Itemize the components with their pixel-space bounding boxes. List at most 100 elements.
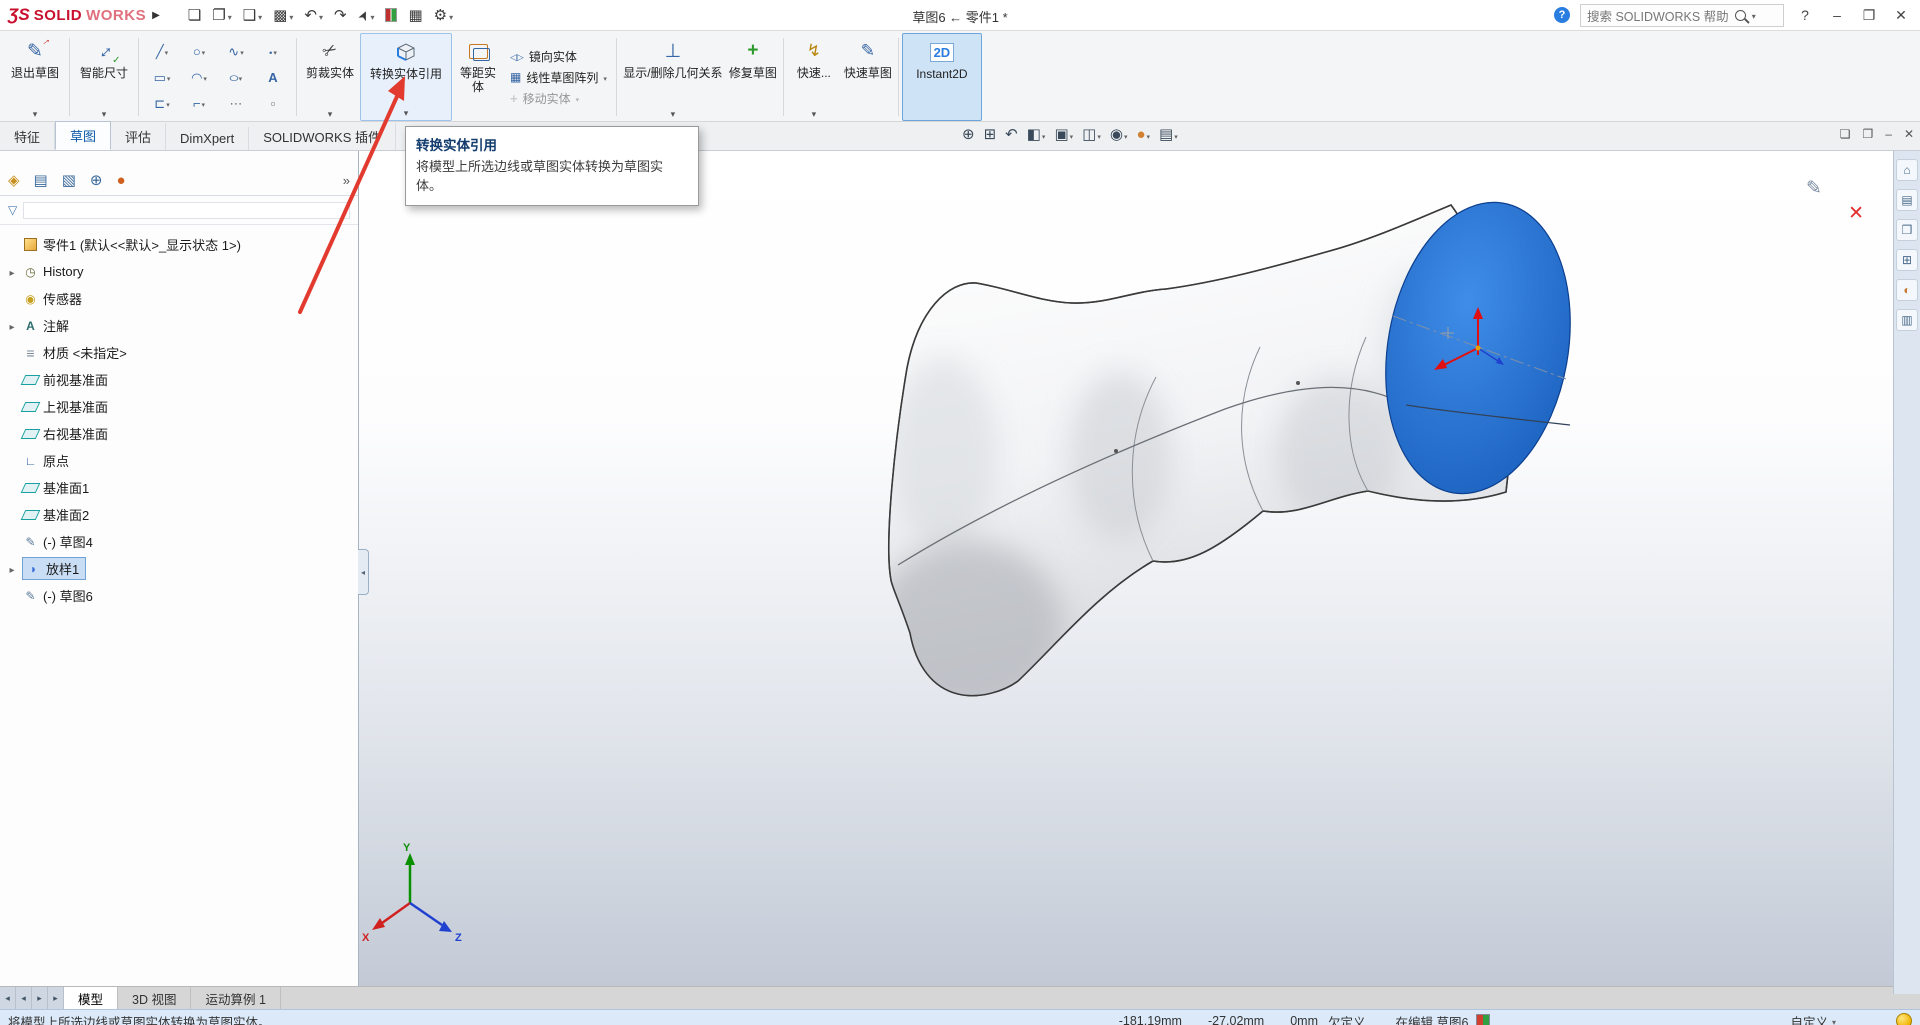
linear-pattern-button[interactable]: 线性草图阵列 <box>510 69 607 86</box>
rapid-sketch-button[interactable]: 快速草图 <box>841 33 895 121</box>
tree-item-origin[interactable]: 原点 <box>0 447 358 474</box>
edit-appearance-icon[interactable] <box>1136 126 1150 143</box>
tab-model[interactable]: 模型 <box>64 987 119 1009</box>
design-library-icon[interactable] <box>1896 189 1918 211</box>
arc-tool-button[interactable] <box>181 65 217 90</box>
panel-tabs-more-icon[interactable] <box>343 173 350 188</box>
expand-arrow-icon[interactable] <box>6 319 18 333</box>
convert-caret-icon[interactable] <box>404 105 409 119</box>
minimize-button[interactable] <box>1826 7 1848 23</box>
slot-caret-icon[interactable] <box>166 96 170 110</box>
select-tool-button[interactable] <box>358 7 375 24</box>
options-caret-icon[interactable] <box>449 7 453 24</box>
tab-sketch[interactable]: 草图 <box>55 121 112 150</box>
zoom-to-fit-icon[interactable] <box>962 125 975 143</box>
panel-collapse-handle[interactable] <box>358 549 369 595</box>
tab-features[interactable]: 特征 <box>0 123 56 150</box>
tab-motion-study[interactable]: 运动算例 1 <box>191 987 281 1009</box>
tab-evaluate[interactable]: 评估 <box>111 123 167 150</box>
construction-tool-button[interactable] <box>218 91 254 116</box>
exit-sketch-corner-icon[interactable] <box>1806 177 1822 200</box>
section-view-icon[interactable] <box>1027 125 1046 143</box>
curve-point[interactable] <box>1296 381 1300 385</box>
trim-caret-icon[interactable] <box>328 106 333 120</box>
connection-status-icon[interactable] <box>1896 1013 1912 1025</box>
ellipse-tool-button[interactable] <box>218 65 254 90</box>
spline-caret-icon[interactable] <box>240 44 244 58</box>
displaymanager-tab-icon[interactable] <box>117 172 126 189</box>
appearance-caret-icon[interactable] <box>1147 126 1151 143</box>
spline-tool-button[interactable] <box>218 39 254 64</box>
previous-view-icon[interactable] <box>1005 125 1018 143</box>
performance-button[interactable] <box>385 8 398 22</box>
circle-caret-icon[interactable] <box>202 44 206 58</box>
exit-sketch-button[interactable]: 退出草图 <box>4 33 66 121</box>
point-tool-button[interactable] <box>255 39 291 64</box>
fillet-tool-button[interactable] <box>181 91 217 116</box>
display-style-icon[interactable] <box>1082 125 1101 143</box>
cancel-sketch-icon[interactable] <box>1848 202 1864 225</box>
offset-entities-button[interactable]: 等距实体 <box>452 33 504 121</box>
tree-root-part[interactable]: 零件1 (默认<<默认>_显示状态 1>) <box>0 231 358 258</box>
display-delete-relations-button[interactable]: 显示/删除几何关系 <box>620 33 726 121</box>
linear-pattern-caret-icon[interactable] <box>603 70 607 84</box>
point-caret-icon[interactable] <box>273 44 277 58</box>
featuremanager-tab-icon[interactable] <box>8 171 20 189</box>
graphics-viewport[interactable]: Y X Z <box>358 151 1894 986</box>
redo-button[interactable] <box>334 8 347 23</box>
zoom-to-area-icon[interactable] <box>984 125 997 143</box>
open-button[interactable] <box>212 7 231 24</box>
display-style-caret-icon[interactable] <box>1097 126 1101 143</box>
dimxpertmanager-tab-icon[interactable] <box>90 171 103 189</box>
tree-item-sensors[interactable]: 传感器 <box>0 285 358 312</box>
exit-sketch-caret-icon[interactable] <box>33 106 38 120</box>
custom-properties-icon[interactable] <box>1896 309 1918 331</box>
rectangle-caret-icon[interactable] <box>167 70 171 84</box>
search-box[interactable]: 搜索 SOLIDWORKS 帮助 <box>1580 3 1784 27</box>
doc-close-icon[interactable] <box>1904 127 1914 141</box>
tree-item-right-plane[interactable]: 右视基准面 <box>0 420 358 447</box>
tab-scroll-first-button[interactable] <box>0 987 16 1009</box>
tab-addins[interactable]: SOLIDWORKS 插件 <box>249 123 396 150</box>
print-caret-icon[interactable] <box>289 7 293 24</box>
save-caret-icon[interactable] <box>258 7 262 24</box>
doc-restore-icon[interactable] <box>1862 127 1873 141</box>
smart-dimension-caret-icon[interactable] <box>102 106 107 120</box>
expand-arrow-icon[interactable] <box>6 265 18 279</box>
appearances-icon[interactable] <box>1896 279 1918 301</box>
restore-button[interactable] <box>1858 7 1880 24</box>
tab-scroll-right-button[interactable] <box>32 987 48 1009</box>
smart-dimension-button[interactable]: 智能尺寸 <box>73 33 135 121</box>
tab-scroll-last-button[interactable] <box>48 987 64 1009</box>
save-button[interactable] <box>243 7 262 24</box>
custom-toolbar-selector[interactable]: 自定义 <box>1790 1012 1836 1025</box>
square-tool-button[interactable] <box>255 91 291 116</box>
close-button[interactable] <box>1890 7 1912 24</box>
mirror-entities-button[interactable]: 镜向实体 <box>510 48 607 65</box>
propertymanager-tab-icon[interactable] <box>34 171 48 189</box>
arc-caret-icon[interactable] <box>203 70 207 84</box>
trim-entities-button[interactable]: 剪裁实体 <box>300 33 360 121</box>
configurationmanager-tab-icon[interactable] <box>62 171 76 189</box>
repair-sketch-button[interactable]: 修复草图 <box>726 33 780 121</box>
search-caret-icon[interactable] <box>1752 8 1756 22</box>
tree-item-sketch4[interactable]: (-) 草图4 <box>0 528 358 555</box>
orientation-caret-icon[interactable] <box>1070 126 1074 143</box>
view-settings-icon[interactable] <box>1159 125 1178 143</box>
view-settings-caret-icon[interactable] <box>1174 126 1178 143</box>
move-entities-button[interactable]: 移动实体 <box>510 90 607 107</box>
tree-item-front-plane[interactable]: 前视基准面 <box>0 366 358 393</box>
doc-new-window-icon[interactable] <box>1840 127 1851 141</box>
line-tool-button[interactable] <box>144 39 180 64</box>
menu-flyout-arrow-icon[interactable]: ▶ <box>152 10 160 21</box>
tree-item-material[interactable]: 材质 <未指定> <box>0 339 358 366</box>
help-button[interactable] <box>1794 7 1816 23</box>
quick-snaps-caret-icon[interactable] <box>812 106 817 120</box>
hide-show-caret-icon[interactable] <box>1124 126 1128 143</box>
view-palette-icon[interactable] <box>1896 249 1918 271</box>
rectangle-tool-button[interactable] <box>144 65 180 90</box>
view-grid-button[interactable] <box>408 8 422 23</box>
tree-item-plane2[interactable]: 基准面2 <box>0 501 358 528</box>
relations-caret-icon[interactable] <box>671 106 676 120</box>
tree-item-loft1[interactable]: 放样1 <box>0 555 358 582</box>
